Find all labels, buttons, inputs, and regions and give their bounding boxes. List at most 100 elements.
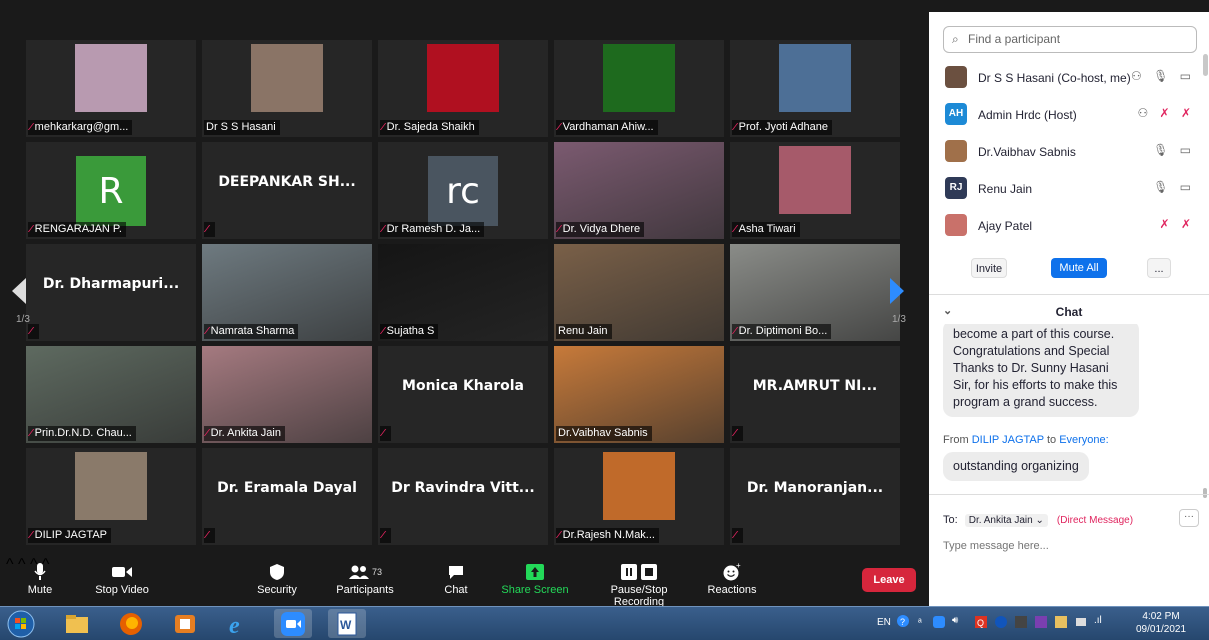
participant-display-name: Monica Kharola xyxy=(402,378,524,394)
camera-tray-icon[interactable] xyxy=(1014,615,1028,632)
invite-button[interactable]: Invite xyxy=(971,258,1007,278)
participant-tile[interactable]: ⁄ mehkarkarg@gm... xyxy=(26,40,196,137)
network-icon[interactable] xyxy=(1074,615,1088,632)
avatar xyxy=(945,140,967,162)
zoom-tray-icon[interactable] xyxy=(932,615,946,632)
profile-photo xyxy=(779,146,851,214)
avatar-placeholder: rc xyxy=(428,156,498,226)
participant-name: DILIP JAGTAP xyxy=(34,529,108,541)
chat-sender-line: From DILIP JAGTAP to Everyone: xyxy=(943,434,1109,446)
gallery-view: ⁄ mehkarkarg@gm... Dr S S Hasani ⁄ Dr. Sajed… xyxy=(6,6,928,556)
chat-scrollbar[interactable] xyxy=(1203,488,1207,498)
chat-message: become a part of this course. Congratula… xyxy=(943,324,1139,417)
more-options-button[interactable]: ... xyxy=(1147,258,1171,278)
volume-icon[interactable]: 🔊︎ xyxy=(952,615,958,626)
participant-row[interactable]: RJ Renu Jain 🎙 ▭ xyxy=(943,171,1197,207)
participant-name: Dr.Vaibhav Sabnis xyxy=(558,427,648,439)
participant-tile[interactable]: rc ⁄ Dr Ramesh D. Ja... xyxy=(378,142,548,239)
muted-mic-icon: ⁄ xyxy=(30,530,32,541)
participant-tile[interactable]: ⁄ Vardhaman Ahiw... xyxy=(554,40,724,137)
participant-name-label: ⁄ Dr. Diptimoni Bo... xyxy=(732,324,832,339)
muted-mic-icon: ⁄ xyxy=(558,122,560,133)
security-button[interactable]: Security xyxy=(250,560,304,596)
muted-mic-icon: ⁄ xyxy=(734,122,736,133)
stop-video-button[interactable]: Stop Video xyxy=(90,560,154,596)
participant-tile[interactable]: MR.AMRUT NI... ⁄ xyxy=(730,346,900,443)
participant-row[interactable]: Ajay Patel ✗ ✗ xyxy=(943,208,1197,244)
participant-tile[interactable]: Dr. Eramala Dayal ⁄ xyxy=(202,448,372,545)
mute-options-caret[interactable]: ^ xyxy=(6,556,14,573)
meeting-window: ⁄ mehkarkarg@gm... Dr S S Hasani ⁄ Dr. Sajed… xyxy=(6,6,928,606)
participant-tile[interactable]: ⁄ Namrata Sharma xyxy=(202,244,372,341)
participant-tile[interactable]: ⁄ Dr. Diptimoni Bo... xyxy=(730,244,900,341)
participant-tile[interactable]: Monica Kharola ⁄ xyxy=(378,346,548,443)
participant-tile[interactable]: ⁄ Prin.Dr.N.D. Chau... xyxy=(26,346,196,443)
file-explorer-icon[interactable] xyxy=(58,609,96,638)
chat-message-input[interactable] xyxy=(943,536,1193,556)
participant-tile[interactable]: Dr. Manoranjan... ⁄ xyxy=(730,448,900,545)
zoom-app-icon[interactable] xyxy=(274,609,312,638)
participant-row[interactable]: Dr.Vaibhav Sabnis 🎙 ▭ xyxy=(943,134,1197,170)
muted-mic-icon: ⁄ xyxy=(206,530,208,541)
participant-name-label: ⁄ Dr.Rajesh N.Mak... xyxy=(556,528,659,543)
chat-message: outstanding organizing xyxy=(943,452,1089,481)
profile-photo xyxy=(251,44,323,112)
participant-tile[interactable]: Dr.Vaibhav Sabnis xyxy=(554,346,724,443)
flag-icon[interactable] xyxy=(1054,615,1068,632)
pause-stop-recording-button[interactable]: Pause/Stop Recording xyxy=(584,560,694,608)
system-clock[interactable]: 4:02 PM 09/01/2021 xyxy=(1136,610,1186,636)
participant-tile[interactable]: ⁄ Prof. Jyoti Adhane xyxy=(730,40,900,137)
antivirus-icon[interactable]: Q xyxy=(974,615,988,632)
participant-tile[interactable]: ⁄ Dr. Vidya Dhere xyxy=(554,142,724,239)
language-indicator[interactable]: EN xyxy=(877,617,891,628)
avatar xyxy=(945,66,967,88)
participant-tile[interactable]: ⁄ Sujatha S xyxy=(378,244,548,341)
participant-name-label: ⁄ Asha Tiwari xyxy=(732,222,800,237)
participant-tile[interactable]: ⁄ Dr. Ankita Jain xyxy=(202,346,372,443)
internet-explorer-icon[interactable]: e xyxy=(220,609,258,638)
recipient-dropdown[interactable]: Dr. Ankita Jain ⌄ xyxy=(964,514,1048,527)
share-screen-button[interactable]: Share Screen xyxy=(500,560,570,596)
muted-mic-icon: ⁄ xyxy=(558,224,560,235)
participant-tile[interactable]: Renu Jain xyxy=(554,244,724,341)
windows-taskbar: e W EN ? ᵃ 🔊︎ Q .ıl 4:02 PM 09/01/2021 xyxy=(0,606,1209,640)
participant-name: RENGARAJAN P. xyxy=(34,223,122,235)
participant-search-input[interactable]: ⌕ Find a participant xyxy=(943,26,1197,53)
next-page-arrow[interactable] xyxy=(886,276,910,316)
participant-name: Renu Jain xyxy=(558,325,608,337)
chat-button[interactable]: Chat xyxy=(436,560,476,596)
participant-row[interactable]: Dr S S Hasani (Co-host, me) ⚇ 🎙 ▭ xyxy=(943,60,1197,96)
media-player-icon[interactable] xyxy=(166,609,204,638)
signal-icon[interactable]: .ıl xyxy=(1094,615,1102,626)
participant-tile[interactable]: ⁄ Dr. Sajeda Shaikh xyxy=(378,40,548,137)
participant-name: Vardhaman Ahiw... xyxy=(562,121,654,133)
word-app-icon[interactable]: W xyxy=(328,609,366,638)
participants-button[interactable]: 73 Participants xyxy=(332,560,398,596)
participant-tile[interactable]: Dr. Dharmapuri... ⁄ xyxy=(26,244,196,341)
help-icon[interactable]: ? xyxy=(896,614,910,631)
leave-button[interactable]: Leave xyxy=(862,568,916,592)
mute-button[interactable]: Mute xyxy=(20,560,60,596)
start-button[interactable] xyxy=(4,609,38,638)
prev-page-arrow[interactable] xyxy=(10,276,34,316)
mute-all-button[interactable]: Mute All xyxy=(1051,258,1107,278)
participant-tile[interactable]: ⁄ DILIP JAGTAP xyxy=(26,448,196,545)
muted-mic-icon: ⁄ xyxy=(734,530,736,541)
reactions-button[interactable]: + Reactions xyxy=(706,560,758,596)
participant-name: Dr. Ankita Jain xyxy=(210,427,281,439)
participant-row[interactable]: AH Admin Hrdc (Host) ⚇ ✗ ✗ xyxy=(943,97,1197,133)
participant-name-label: ⁄ Dr. Vidya Dhere xyxy=(556,222,645,237)
participant-tile[interactable]: R ⁄ RENGARAJAN P. xyxy=(26,142,196,239)
participant-tile[interactable]: DEEPANKAR SH... ⁄ xyxy=(202,142,372,239)
participant-list-scrollbar[interactable] xyxy=(1203,54,1208,76)
tray-expand-icon[interactable]: ᵃ xyxy=(918,617,922,628)
chat-more-button[interactable]: ··· xyxy=(1179,509,1199,527)
bluetooth-icon[interactable] xyxy=(994,615,1008,632)
app-tray-icon[interactable] xyxy=(1034,615,1048,632)
firefox-icon[interactable] xyxy=(112,609,150,638)
participant-tile[interactable]: ⁄ Dr.Rajesh N.Mak... xyxy=(554,448,724,545)
participant-tile[interactable]: ⁄ Asha Tiwari xyxy=(730,142,900,239)
muted-mic-icon: ⁄ xyxy=(382,224,384,235)
participant-tile[interactable]: Dr Ravindra Vitt... ⁄ xyxy=(378,448,548,545)
participant-tile[interactable]: Dr S S Hasani xyxy=(202,40,372,137)
